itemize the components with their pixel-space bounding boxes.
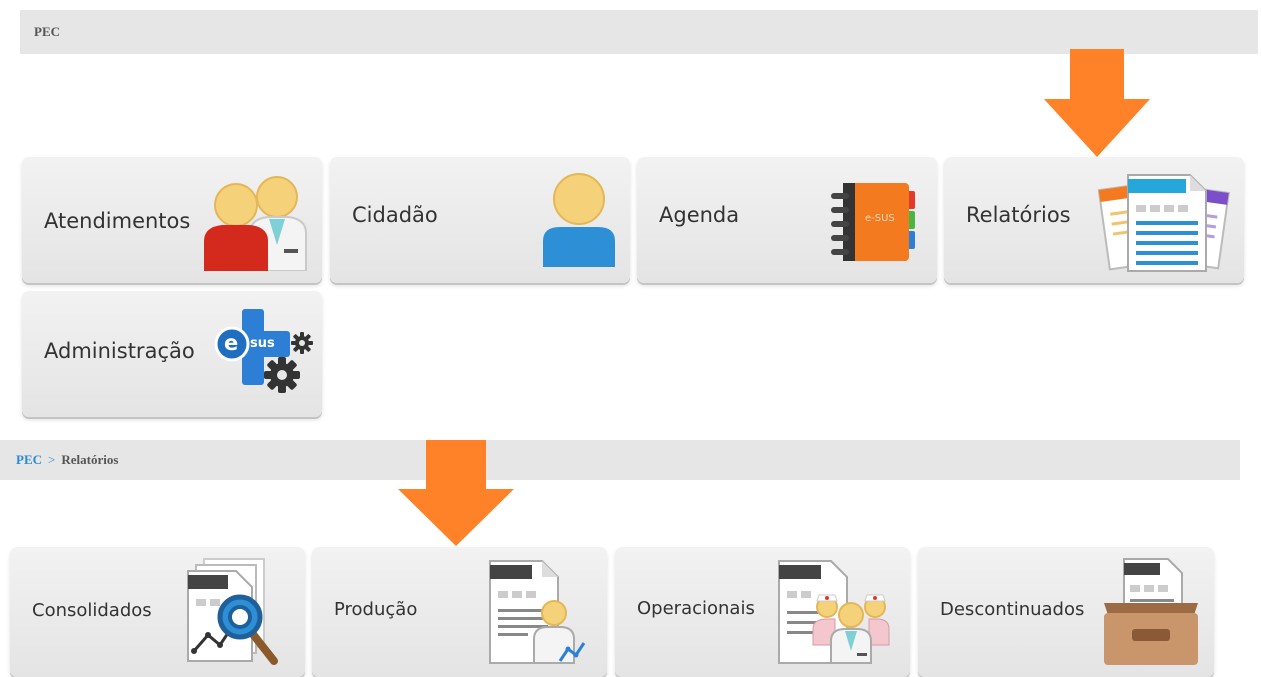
tile-producao[interactable]: Produção xyxy=(312,547,607,677)
arrow-down-icon xyxy=(1044,49,1150,157)
consolidated-report-icon xyxy=(187,558,278,665)
breadcrumb-current: Relatórios xyxy=(61,452,119,467)
tile-descontinuados[interactable]: Descontinuados xyxy=(918,547,1214,677)
agenda-book-icon: e-SUS xyxy=(825,181,917,263)
agenda-brand-text: e-SUS xyxy=(865,213,895,224)
esus-admin-icon: e sus xyxy=(212,305,314,395)
archive-box-icon xyxy=(1104,558,1198,665)
esus-sus-text: sus xyxy=(250,336,275,351)
professionals-icon xyxy=(204,176,307,271)
tile-cidadao[interactable]: Cidadão xyxy=(330,157,630,283)
tile-label: Produção xyxy=(334,599,418,620)
arrow-down-icon xyxy=(398,440,514,546)
tile-label: Operacionais xyxy=(637,598,755,619)
tile-agenda[interactable]: Agenda e-SUS xyxy=(637,157,937,283)
top-header-bar: PEC xyxy=(20,10,1258,54)
tile-label: Consolidados xyxy=(32,600,152,621)
reports-icon xyxy=(1098,174,1230,272)
tile-label: Relatórios xyxy=(966,203,1071,227)
tile-label: Agenda xyxy=(659,203,740,227)
tile-consolidados[interactable]: Consolidados xyxy=(10,547,305,677)
breadcrumb: PEC > Relatórios xyxy=(0,440,1240,480)
esus-e-letter: e xyxy=(224,331,239,355)
tile-atendimentos[interactable]: Atendimentos xyxy=(22,157,322,283)
tile-label: Cidadão xyxy=(352,203,438,227)
breadcrumb-root-link[interactable]: PEC xyxy=(16,452,42,468)
tile-label: Descontinuados xyxy=(940,599,1085,620)
tile-administracao[interactable]: Administração e sus xyxy=(22,291,322,417)
breadcrumb-separator: > xyxy=(48,452,56,467)
tile-label: Administração xyxy=(44,339,195,363)
tile-label: Atendimentos xyxy=(44,209,191,233)
operational-report-icon xyxy=(778,560,890,664)
production-report-icon xyxy=(489,560,586,664)
tile-relatorios[interactable]: Relatórios xyxy=(944,157,1244,283)
tile-operacionais[interactable]: Operacionais xyxy=(615,547,910,677)
citizen-icon xyxy=(543,173,615,267)
app-title: PEC xyxy=(34,24,60,39)
